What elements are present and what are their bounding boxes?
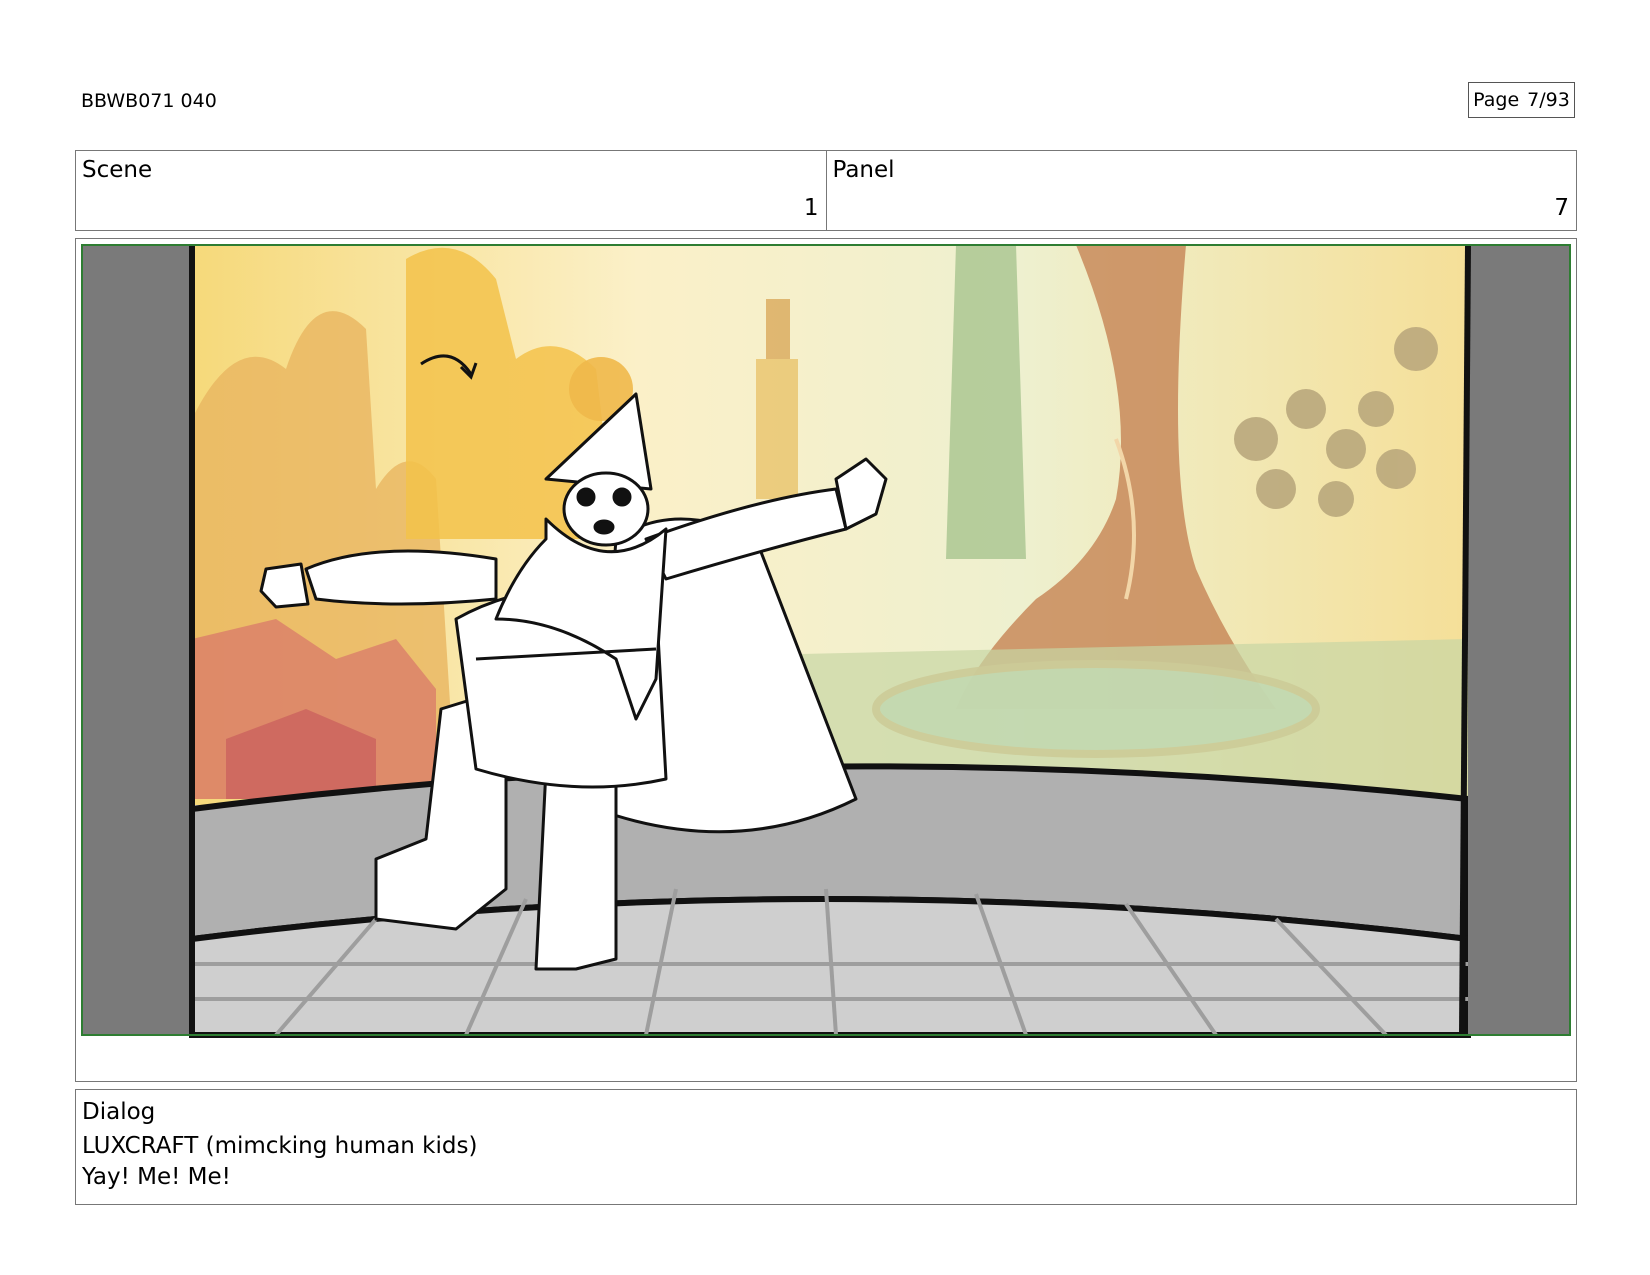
page-number: 7/93 bbox=[1527, 89, 1570, 111]
scene-cell: Scene 1 bbox=[76, 151, 826, 230]
storyboard-drawing bbox=[81, 244, 1571, 1038]
scene-number: 1 bbox=[803, 195, 819, 221]
dialog-speaker: LUXCRAFT (mimcking human kids) bbox=[82, 1133, 478, 1159]
page-indicator: Page 7/93 bbox=[1468, 82, 1575, 118]
page-label: Page bbox=[1473, 89, 1520, 111]
dialog-line: Yay! Me! Me! bbox=[82, 1164, 231, 1190]
scene-label: Scene bbox=[82, 157, 153, 183]
panel-number: 7 bbox=[1554, 195, 1569, 221]
left-letterbox bbox=[82, 245, 192, 1035]
dialog-label: Dialog bbox=[82, 1099, 156, 1125]
panel-label: Panel bbox=[832, 157, 895, 183]
storyboard-frame bbox=[75, 238, 1577, 1082]
right-letterbox bbox=[1468, 245, 1570, 1035]
panel-cell: Panel 7 bbox=[825, 151, 1577, 230]
dialog-box: Dialog LUXCRAFT (mimcking human kids) Ya… bbox=[75, 1089, 1577, 1205]
scene-panel-header: Scene 1 Panel 7 bbox=[75, 150, 1577, 231]
document-id: BBWB071 040 bbox=[81, 90, 217, 112]
